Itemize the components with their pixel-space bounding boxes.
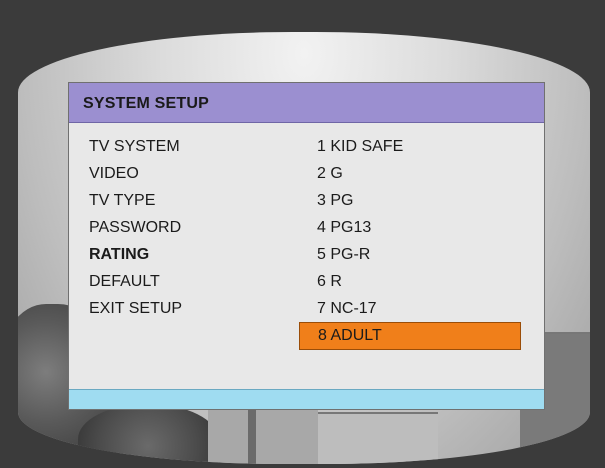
rating-option-pg13[interactable]: 4 PG13: [299, 214, 539, 241]
menu-item-video[interactable]: VIDEO: [89, 160, 289, 187]
rating-option-adult[interactable]: 8 ADULT: [299, 322, 521, 350]
rating-option-nc-17[interactable]: 7 NC-17: [299, 295, 539, 322]
system-setup-menu: SYSTEM SETUP TV SYSTEM VIDEO TV TYPE PAS…: [68, 82, 545, 410]
tv-frame: SYSTEM SETUP TV SYSTEM VIDEO TV TYPE PAS…: [0, 0, 605, 468]
menu-item-rating[interactable]: RATING: [89, 241, 289, 268]
menu-title-bar: SYSTEM SETUP: [69, 83, 544, 123]
rating-option-pg-r[interactable]: 5 PG-R: [299, 241, 539, 268]
menu-bottom-bar: [69, 389, 544, 409]
rating-option-r[interactable]: 6 R: [299, 268, 539, 295]
menu-title: SYSTEM SETUP: [83, 95, 209, 112]
background-pole: [248, 404, 256, 464]
rating-options-list: 1 KID SAFE 2 G 3 PG 4 PG13 5 PG-R 6 R 7 …: [299, 133, 539, 350]
menu-item-password[interactable]: PASSWORD: [89, 214, 289, 241]
background-building: [318, 412, 438, 464]
background-bushes: [78, 404, 218, 464]
menu-item-default[interactable]: DEFAULT: [89, 268, 289, 295]
menu-item-exit-setup[interactable]: EXIT SETUP: [89, 295, 289, 322]
menu-item-tv-type[interactable]: TV TYPE: [89, 187, 289, 214]
menu-item-tv-system[interactable]: TV SYSTEM: [89, 133, 289, 160]
rating-option-g[interactable]: 2 G: [299, 160, 539, 187]
background-building: [208, 402, 318, 464]
setup-options-list: TV SYSTEM VIDEO TV TYPE PASSWORD RATING …: [89, 133, 289, 322]
rating-option-kid-safe[interactable]: 1 KID SAFE: [299, 133, 539, 160]
rating-option-pg[interactable]: 3 PG: [299, 187, 539, 214]
